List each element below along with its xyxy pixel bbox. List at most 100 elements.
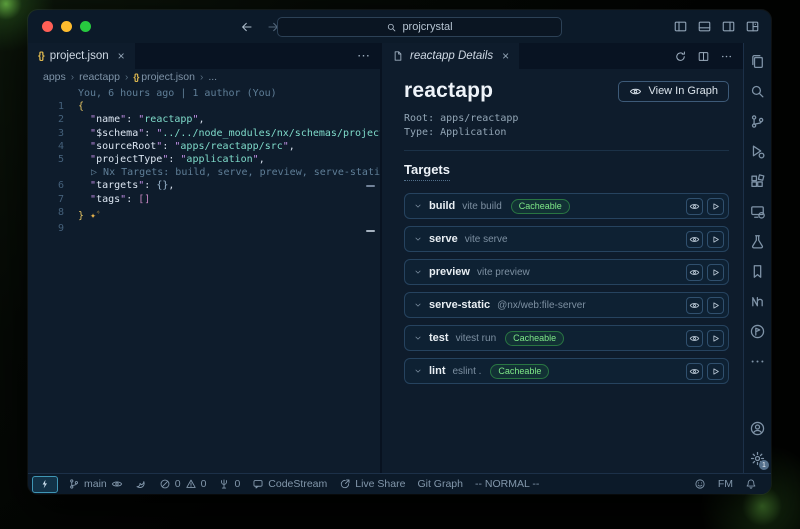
tab-reactapp-details[interactable]: reactapp Details × [382, 43, 519, 69]
statusbar-git-graph[interactable]: Git Graph [411, 478, 469, 490]
activity-item-run-debug[interactable] [744, 136, 771, 166]
target-row-serve-static[interactable]: serve-static@nx/web:file-server [404, 292, 729, 318]
left-tabstrip: {} project.json × ⋯ [28, 43, 380, 69]
close-window-button[interactable] [42, 21, 53, 32]
target-command: vitest run [456, 333, 497, 344]
back-icon[interactable] [240, 20, 254, 34]
view-in-graph-button[interactable]: View In Graph [618, 81, 729, 102]
statusbar-codestream[interactable]: CodeStream [246, 478, 333, 490]
target-run-button[interactable] [707, 231, 724, 248]
close-tab-icon[interactable]: × [502, 49, 509, 63]
play-icon [710, 201, 721, 212]
line-number [28, 166, 78, 179]
target-row-serve[interactable]: servevite serve [404, 226, 729, 252]
split-editor-button[interactable] [697, 50, 710, 63]
target-row-test[interactable]: testvitest runCacheable [404, 325, 729, 351]
command-center-search[interactable]: projcrystal [277, 17, 562, 37]
error-icon [159, 478, 171, 490]
breadcrumb-item-project-json[interactable]: {} project.json [133, 71, 195, 83]
code-line[interactable]: 4 "sourceRoot": "apps/reactapp/src", [28, 140, 380, 153]
activity-item-remote-explorer[interactable] [744, 196, 771, 226]
trident-icon [218, 478, 230, 490]
minimize-window-button[interactable] [61, 21, 72, 32]
toggle-primary-sidebar-button[interactable] [673, 19, 688, 34]
editor-group-left: {} project.json × ⋯ apps›reactapp›{} pro… [28, 43, 380, 473]
statusbar-remote-indicator[interactable] [32, 476, 58, 493]
breadcrumb-item-reactapp[interactable]: reactapp [79, 71, 120, 83]
chevron-down-icon [413, 366, 423, 376]
customize-layout-button[interactable] [745, 19, 760, 34]
refresh-button[interactable] [674, 50, 687, 63]
statusbar-forwarded-ports[interactable]: 0 [212, 478, 246, 490]
play-icon [710, 267, 721, 278]
activity-item-settings[interactable]: 1 [744, 443, 771, 473]
code-line[interactable]: 1{ [28, 100, 380, 113]
right-tabstrip: reactapp Details × [382, 43, 743, 69]
editor-group-right: reactapp Details × reactapp View In Grap… [380, 43, 743, 473]
target-view-button[interactable] [686, 297, 703, 314]
target-row-preview[interactable]: previewvite preview [404, 259, 729, 285]
code-line[interactable]: 2 "name": "reactapp", [28, 113, 380, 126]
target-view-button[interactable] [686, 198, 703, 215]
breadcrumb-item--[interactable]: ... [208, 71, 217, 83]
statusbar-feedback[interactable] [688, 478, 712, 490]
project-meta: Root: apps/reactapp Type: Application [404, 112, 729, 139]
statusbar-problems[interactable]: 00 [153, 478, 213, 490]
code-line[interactable]: 3 "$schema": "../../node_modules/nx/sche… [28, 127, 380, 140]
code-area[interactable]: You, 6 hours ago | 1 author (You)1{2 "na… [28, 85, 380, 473]
eye-icon [689, 201, 700, 212]
target-run-button[interactable] [707, 363, 724, 380]
activity-item-accounts[interactable] [744, 413, 771, 443]
statusbar-live-share[interactable]: Live Share [333, 478, 411, 490]
activity-item-source-control[interactable] [744, 106, 771, 136]
extensions-icon [749, 173, 766, 190]
activity-item-bookmarks[interactable] [744, 256, 771, 286]
run-debug-icon [749, 143, 766, 160]
line-number: 2 [28, 113, 78, 126]
code-line[interactable]: 7 "tags": [] [28, 193, 380, 206]
statusbar-git-branch[interactable]: main [62, 478, 129, 490]
code-line[interactable]: 5 "projectType": "application", [28, 153, 380, 166]
target-run-button[interactable] [707, 330, 724, 347]
code-line[interactable]: 9 [28, 222, 380, 235]
activity-item-extensions[interactable] [744, 166, 771, 196]
target-run-button[interactable] [707, 198, 724, 215]
target-row-build[interactable]: buildvite buildCacheable [404, 193, 729, 219]
lens-line[interactable]: ▷ Nx Targets: build, serve, preview, ser… [28, 166, 380, 179]
activity-item-additional-views[interactable] [744, 346, 771, 376]
close-tab-icon[interactable]: × [118, 49, 125, 63]
target-run-button[interactable] [707, 297, 724, 314]
breadcrumb-item-apps[interactable]: apps [43, 71, 66, 83]
eye-icon [689, 333, 700, 344]
statusbar-fm[interactable]: FM [712, 478, 739, 490]
chevron-down-icon [413, 333, 423, 343]
statusbar-notifications[interactable] [739, 478, 763, 490]
target-run-button[interactable] [707, 264, 724, 281]
target-name: preview [429, 266, 470, 278]
target-view-button[interactable] [686, 231, 703, 248]
activity-item-pinned-view[interactable] [744, 316, 771, 346]
tab-project-json[interactable]: {} project.json × [28, 43, 135, 69]
tab-overflow-button[interactable]: ⋯ [357, 48, 370, 64]
statusbar-vim-mode[interactable]: -- NORMAL -- [469, 478, 545, 490]
target-row-lint[interactable]: linteslint .Cacheable [404, 358, 729, 384]
code-line[interactable]: 8} ✦✧ [28, 206, 380, 223]
account-icon [749, 420, 766, 437]
code-line[interactable]: 6 "targets": {}, [28, 179, 380, 192]
target-view-button[interactable] [686, 363, 703, 380]
target-view-button[interactable] [686, 330, 703, 347]
divider [404, 150, 729, 151]
search-icon [386, 22, 397, 33]
activity-item-nx-console[interactable] [744, 286, 771, 316]
target-view-button[interactable] [686, 264, 703, 281]
activity-item-testing[interactable] [744, 226, 771, 256]
zoom-window-button[interactable] [80, 21, 91, 32]
statusbar-publish[interactable] [129, 478, 153, 490]
more-actions-button[interactable] [720, 50, 733, 63]
project-details-panel: reactapp View In Graph Root: apps/reacta… [382, 69, 743, 473]
activity-item-explorer[interactable] [744, 46, 771, 76]
breadcrumb-separator: › [125, 72, 128, 83]
toggle-secondary-sidebar-button[interactable] [721, 19, 736, 34]
toggle-panel-button[interactable] [697, 19, 712, 34]
activity-item-search[interactable] [744, 76, 771, 106]
